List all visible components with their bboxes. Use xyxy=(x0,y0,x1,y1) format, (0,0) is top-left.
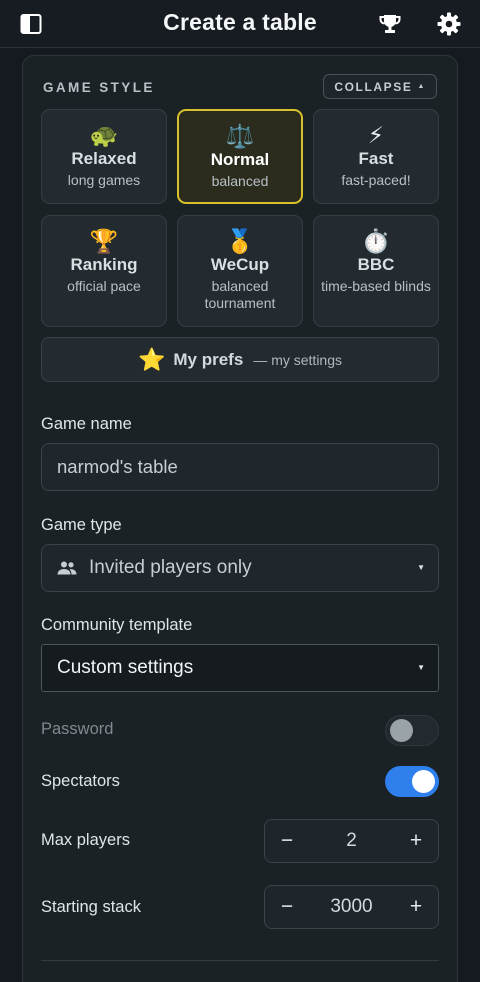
caret-up-icon: ▲ xyxy=(417,83,426,90)
max-players-value[interactable]: 2 xyxy=(309,820,394,862)
medal-icon: 🥇 xyxy=(225,228,255,254)
collapse-label: COLLAPSE xyxy=(334,79,413,94)
increment-button[interactable]: + xyxy=(394,820,438,862)
trophy-emoji-icon: 🏆 xyxy=(89,228,119,254)
game-type-select[interactable]: Invited players only ▼ xyxy=(41,544,439,592)
spectators-label: Spectators xyxy=(41,772,120,790)
game-name-value: narmod's table xyxy=(57,456,178,477)
community-template-value: Custom settings xyxy=(57,657,194,678)
people-icon xyxy=(57,561,77,575)
card-subtitle: balanced xyxy=(211,173,269,189)
card-subtitle: balanced tournament xyxy=(204,278,276,311)
max-players-stepper: − 2 + xyxy=(264,819,439,863)
section-label-game-style: GAME STYLE xyxy=(43,80,155,95)
divider xyxy=(41,960,439,961)
game-type-value: Invited players only xyxy=(89,557,252,578)
top-bar: Create a table xyxy=(0,0,480,48)
max-players-label: Max players xyxy=(41,831,130,849)
style-card-relaxed[interactable]: 🐢 Relaxed long games xyxy=(41,109,167,204)
community-template-select[interactable]: Custom settings ▼ xyxy=(41,644,439,692)
starting-stack-value[interactable]: 3000 xyxy=(309,886,394,928)
starting-stack-label: Starting stack xyxy=(41,898,141,916)
starting-stack-stepper: − 3000 + xyxy=(264,885,439,929)
turtle-icon: 🐢 xyxy=(89,122,119,148)
card-subtitle: long games xyxy=(67,172,141,188)
card-subtitle: time-based blinds xyxy=(321,278,431,294)
settings-panel: GAME STYLE COLLAPSE ▲ 🐢 Relaxed long gam… xyxy=(22,55,458,982)
spectators-toggle[interactable] xyxy=(385,766,439,797)
prefs-description: — my settings xyxy=(253,351,343,368)
game-type-label: Game type xyxy=(41,516,122,534)
card-subtitle: fast-paced! xyxy=(341,172,411,188)
card-name: Relaxed xyxy=(71,149,137,168)
page-title: Create a table xyxy=(163,9,317,35)
game-name-input[interactable]: narmod's table xyxy=(41,443,439,491)
collapse-button[interactable]: COLLAPSE ▲ xyxy=(323,74,437,99)
style-card-ranking[interactable]: 🏆 Ranking official pace xyxy=(41,215,167,327)
dropdown-arrow-icon: ▼ xyxy=(417,563,425,572)
password-toggle[interactable] xyxy=(385,715,439,746)
gear-icon[interactable] xyxy=(435,10,463,38)
dropdown-arrow-icon: ▼ xyxy=(417,663,425,672)
card-name: Normal xyxy=(210,150,270,169)
toggle-knob xyxy=(412,770,435,793)
stopwatch-icon: ⏱️ xyxy=(361,228,391,254)
star-icon: ⭐ xyxy=(137,346,166,372)
style-card-wecup[interactable]: 🥇 WeCup balanced tournament xyxy=(177,215,303,327)
card-subtitle: official pace xyxy=(67,278,141,294)
decrement-button[interactable]: − xyxy=(265,886,309,928)
game-name-label: Game name xyxy=(41,415,132,433)
toggle-knob xyxy=(390,719,413,742)
prefs-name: My prefs xyxy=(173,349,244,369)
lightning-icon: ⚡ xyxy=(367,122,385,148)
style-card-normal[interactable]: ⚖️ Normal balanced xyxy=(177,109,303,204)
password-label: Password xyxy=(41,720,114,738)
card-name: Ranking xyxy=(70,255,138,274)
my-prefs-button[interactable]: ⭐ My prefs — my settings xyxy=(41,337,439,382)
community-template-label: Community template xyxy=(41,616,193,634)
card-name: Fast xyxy=(358,149,394,168)
decrement-button[interactable]: − xyxy=(265,820,309,862)
card-name: WeCup xyxy=(210,255,270,274)
card-name: BBC xyxy=(357,255,395,274)
increment-button[interactable]: + xyxy=(394,886,438,928)
style-card-fast[interactable]: ⚡ Fast fast-paced! xyxy=(313,109,439,204)
style-card-bbc[interactable]: ⏱️ BBC time-based blinds xyxy=(313,215,439,327)
trophy-icon[interactable] xyxy=(376,10,404,38)
scales-icon: ⚖️ xyxy=(225,123,255,149)
